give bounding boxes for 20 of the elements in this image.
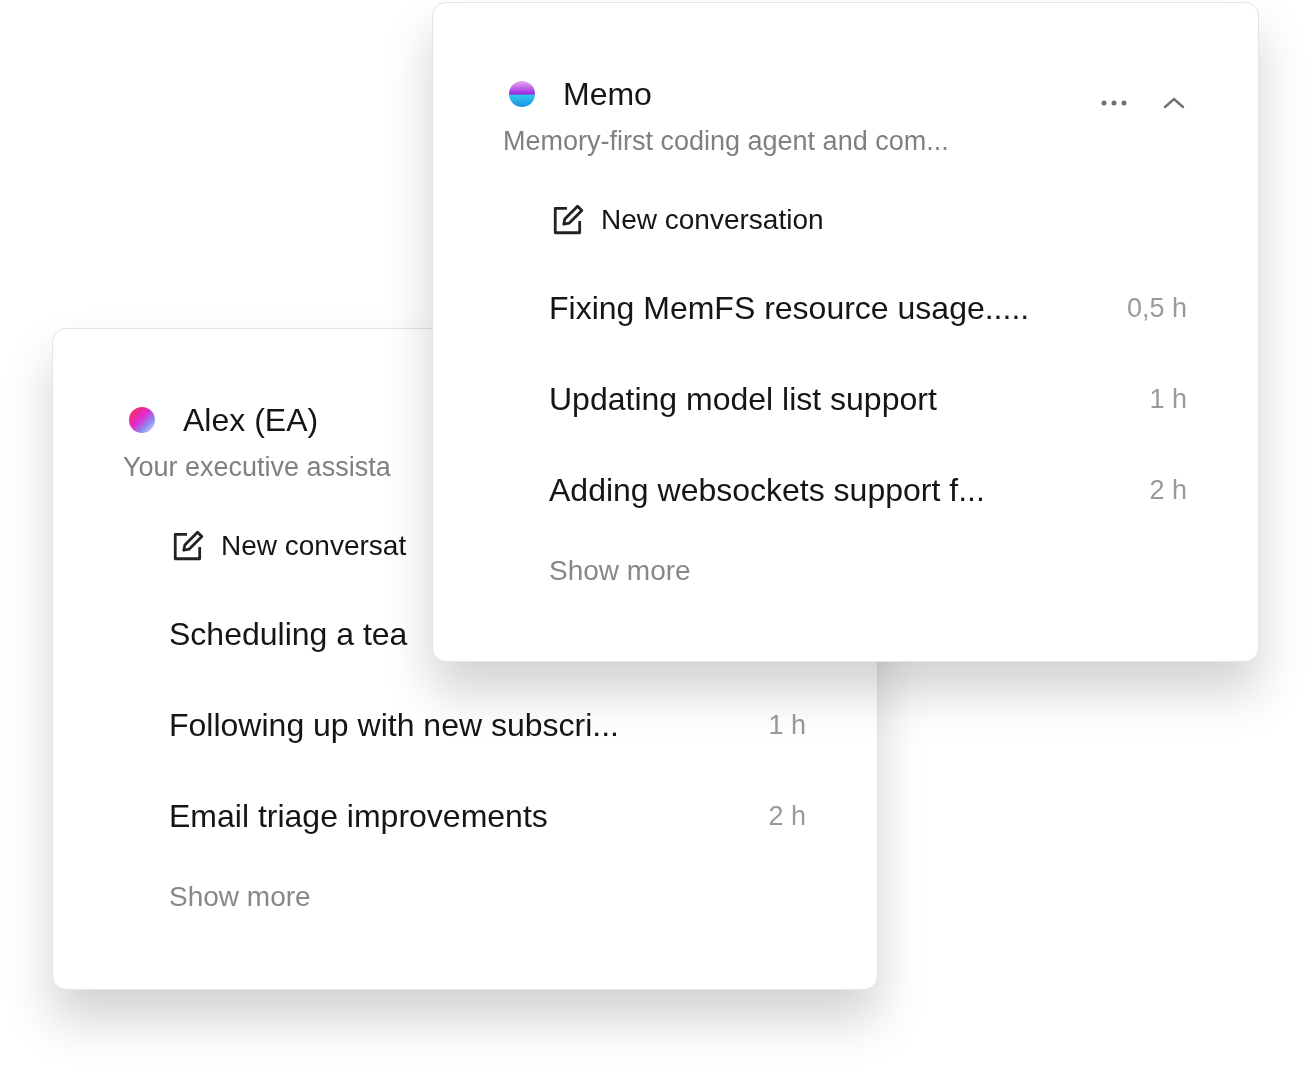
edit-icon	[551, 202, 585, 237]
new-conversation-button[interactable]: New conversat	[171, 524, 407, 567]
conversation-item[interactable]: Following up with new subscri... 1 h	[169, 679, 806, 771]
conversation-item[interactable]: Fixing MemFS resource usage..... 0,5 h	[549, 262, 1187, 354]
conversation-item[interactable]: Scheduling a tea	[169, 588, 408, 680]
conversation-item[interactable]: Email triage improvements 2 h	[169, 770, 806, 862]
agent-description: Memory-first coding agent and com...	[503, 125, 950, 158]
edit-icon	[171, 528, 205, 563]
show-more-link[interactable]: Show more	[549, 549, 691, 592]
avatar-orb-icon	[509, 81, 535, 107]
chevron-icon	[1163, 97, 1185, 109]
show-more-link[interactable]: Show more	[169, 875, 311, 918]
conversation-item[interactable]: Updating model list support 1 h	[549, 353, 1187, 445]
avatar-orb-icon	[129, 407, 155, 433]
new-conversation-button[interactable]: New conversation	[551, 198, 824, 241]
conversation-item[interactable]: Adding websockets support f... 2 h	[549, 444, 1187, 536]
agent-description: Your executive assista	[123, 451, 392, 484]
agent-title: Alex (EA)	[183, 404, 319, 436]
more-icon	[1101, 100, 1127, 106]
agent-title: Memo	[563, 78, 652, 110]
